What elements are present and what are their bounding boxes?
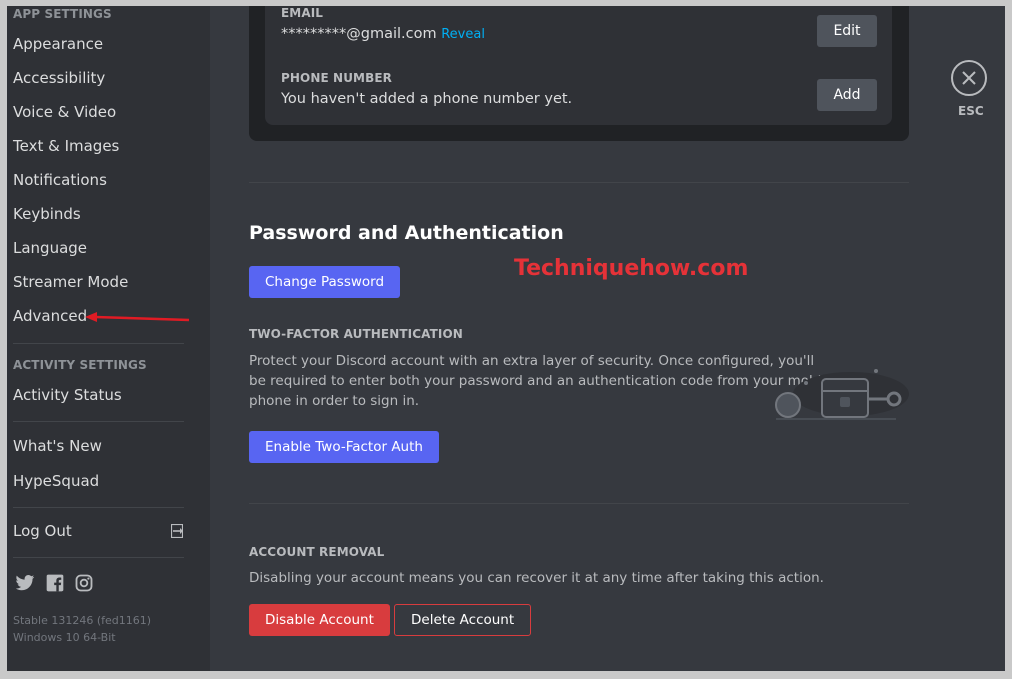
sidebar-item-whats-new[interactable]: What's New xyxy=(13,437,102,455)
settings-window: APP SETTINGS Appearance Accessibility Vo… xyxy=(7,6,1005,671)
section-divider xyxy=(249,182,909,183)
settings-content: EMAIL *********@gmail.com Reveal Edit PH… xyxy=(210,6,1005,671)
account-card: EMAIL *********@gmail.com Reveal Edit PH… xyxy=(249,6,909,141)
two-factor-desc-line: Protect your Discord account with an ext… xyxy=(249,353,815,369)
close-icon xyxy=(962,71,976,85)
esc-label: ESC xyxy=(958,104,984,118)
annotation-arrow xyxy=(85,312,190,322)
sidebar-item-language[interactable]: Language xyxy=(13,239,87,257)
facebook-icon[interactable] xyxy=(45,573,65,593)
disable-account-button[interactable]: Disable Account xyxy=(249,604,390,636)
email-masked: *********@gmail.com xyxy=(281,26,437,42)
sidebar-item-logout[interactable]: Log Out xyxy=(13,522,72,540)
account-details-panel: EMAIL *********@gmail.com Reveal Edit PH… xyxy=(265,6,892,125)
two-factor-description: Protect your Discord account with an ext… xyxy=(249,351,833,411)
reveal-link[interactable]: Reveal xyxy=(441,27,485,42)
password-auth-title: Password and Authentication xyxy=(249,222,564,244)
enable-2fa-button[interactable]: Enable Two-Factor Auth xyxy=(249,431,439,463)
account-removal-header: ACCOUNT REMOVAL xyxy=(249,545,385,559)
sidebar-item-notifications[interactable]: Notifications xyxy=(13,171,107,189)
account-removal-description: Disabling your account means you can rec… xyxy=(249,570,824,586)
two-factor-header: TWO-FACTOR AUTHENTICATION xyxy=(249,327,463,341)
change-password-button[interactable]: Change Password xyxy=(249,266,401,298)
add-phone-button[interactable]: Add xyxy=(817,79,877,111)
sidebar-separator xyxy=(13,557,184,558)
sidebar-item-hypesquad[interactable]: HypeSquad xyxy=(13,472,99,490)
version-info: Stable 131246 (fed1161) xyxy=(13,614,152,627)
two-factor-illustration xyxy=(775,369,909,420)
sidebar-separator xyxy=(13,421,184,422)
edit-email-button[interactable]: Edit xyxy=(817,15,877,47)
sidebar-item-streamer-mode[interactable]: Streamer Mode xyxy=(13,273,128,291)
email-value: *********@gmail.com Reveal xyxy=(281,26,485,42)
sidebar-item-advanced[interactable]: Advanced xyxy=(13,307,87,325)
email-label: EMAIL xyxy=(281,6,324,20)
settings-sidebar: APP SETTINGS Appearance Accessibility Vo… xyxy=(7,6,210,671)
section-divider xyxy=(249,503,909,504)
sidebar-separator xyxy=(13,507,184,508)
instagram-icon[interactable] xyxy=(74,573,94,593)
phone-value: You haven't added a phone number yet. xyxy=(281,91,573,107)
logout-icon[interactable] xyxy=(171,524,183,538)
sidebar-item-appearance[interactable]: Appearance xyxy=(13,35,103,53)
two-factor-desc-line: be required to enter both your password … xyxy=(249,373,834,389)
os-info: Windows 10 64-Bit xyxy=(13,631,116,644)
sidebar-separator xyxy=(13,343,184,344)
app-settings-header: APP SETTINGS xyxy=(13,7,112,21)
phone-label: PHONE NUMBER xyxy=(281,71,392,85)
two-factor-desc-line: phone in order to sign in. xyxy=(249,393,420,409)
close-button[interactable] xyxy=(951,60,987,96)
sidebar-item-text-images[interactable]: Text & Images xyxy=(13,137,119,155)
sidebar-item-activity-status[interactable]: Activity Status xyxy=(13,386,122,404)
activity-settings-header: ACTIVITY SETTINGS xyxy=(13,358,147,372)
delete-account-button[interactable]: Delete Account xyxy=(394,604,532,636)
sidebar-item-keybinds[interactable]: Keybinds xyxy=(13,205,81,223)
watermark: Techniquehow.com xyxy=(514,256,749,281)
sidebar-item-voice-video[interactable]: Voice & Video xyxy=(13,103,116,121)
sidebar-item-accessibility[interactable]: Accessibility xyxy=(13,69,105,87)
twitter-icon[interactable] xyxy=(15,573,35,593)
